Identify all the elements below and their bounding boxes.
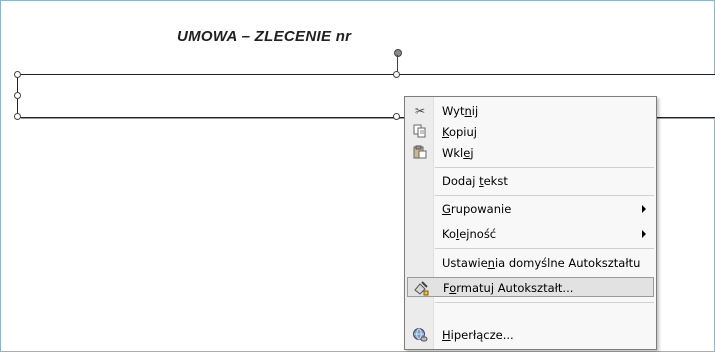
menu-item-order[interactable]: Kolejność — [407, 224, 654, 244]
rotate-handle[interactable] — [394, 49, 402, 57]
menu-item-format-autoshape-label: Formatuj Autokształt... — [443, 281, 574, 295]
menu-separator — [435, 167, 654, 168]
hyperlink-globe-icon — [412, 327, 428, 343]
menu-item-cut[interactable]: ✂ Wytnij — [407, 101, 654, 121]
resize-handle-bottom-middle[interactable] — [393, 113, 400, 120]
copy-icon — [412, 124, 428, 140]
menu-item-format-autoshape[interactable]: Formatuj Autokształt... — [407, 277, 654, 297]
menu-item-add-text[interactable]: Dodaj tekst — [407, 171, 654, 191]
menu-item-hyperlink[interactable]: Hiperłącze... — [407, 325, 654, 345]
menu-item-grouping[interactable]: Grupowanie — [407, 199, 654, 219]
rotate-handle-stem — [397, 55, 398, 72]
menu-item-grouping-label: Grupowanie — [442, 202, 512, 216]
menu-item-add-text-label: Dodaj tekst — [442, 174, 508, 188]
submenu-arrow-icon — [642, 230, 646, 238]
paste-icon — [412, 145, 428, 161]
menu-separator — [435, 302, 654, 303]
menu-item-copy[interactable]: Kopiuj — [407, 122, 654, 142]
menu-item-paste-label: Wklej — [442, 146, 474, 160]
scissors-icon: ✂ — [414, 104, 426, 118]
menu-item-autoshape-defaults[interactable]: Ustawienia domyślne Autokształtu — [407, 253, 654, 273]
document-title: UMOWA – ZLECENIE nr — [177, 28, 352, 45]
context-menu: ✂ Wytnij Kopiuj Wklej Dodaj tekst Grupow… — [404, 96, 657, 350]
menu-item-hyperlink-label: Hiperłącze... — [442, 328, 514, 342]
menu-item-copy-label: Kopiuj — [442, 125, 477, 139]
menu-separator — [435, 195, 654, 196]
resize-handle-top-middle[interactable] — [393, 71, 400, 78]
resize-handle-middle-left[interactable] — [14, 92, 21, 99]
resize-handle-bottom-left[interactable] — [14, 113, 21, 120]
submenu-arrow-icon — [642, 205, 646, 213]
format-autoshape-icon — [413, 280, 429, 296]
menu-item-autoshape-defaults-label: Ustawienia domyślne Autokształtu — [442, 256, 641, 270]
menu-item-cut-label: Wytnij — [442, 104, 479, 118]
menu-item-order-label: Kolejność — [442, 227, 497, 241]
menu-item-paste[interactable]: Wklej — [407, 143, 654, 163]
resize-handle-top-left[interactable] — [14, 71, 21, 78]
menu-separator — [435, 248, 654, 249]
